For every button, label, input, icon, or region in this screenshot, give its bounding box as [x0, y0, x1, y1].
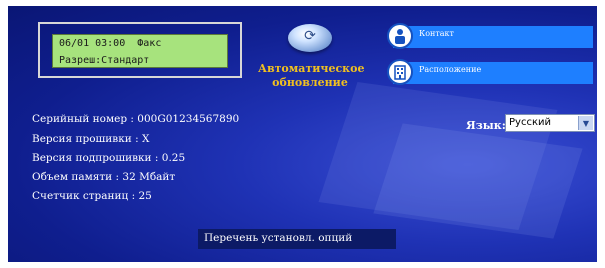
contact-link[interactable]: Контакт: [387, 23, 593, 49]
auto-update-label-line-2: обновление: [272, 76, 348, 89]
location-building-icon: [387, 59, 413, 85]
contact-link-label: Контакт: [419, 29, 454, 38]
lcd-display-frame: 06/01 03:00 Факс Разреш:Стандарт: [38, 22, 242, 78]
auto-update-label-line-1: Автоматическое: [258, 62, 365, 75]
background-decoration: [373, 123, 583, 239]
language-select[interactable]: Русский ▼: [505, 114, 595, 132]
chevron-down-icon[interactable]: ▼: [578, 116, 593, 130]
lcd-line-1: 06/01 03:00 Факс: [59, 38, 162, 49]
globe-refresh-icon[interactable]: ⟳: [288, 24, 332, 52]
page-counter-text: Счетчик страниц : 25: [32, 190, 152, 202]
installed-options-link[interactable]: Перечень установл. опций: [198, 229, 396, 249]
language-selected-value: Русский: [509, 117, 551, 128]
lcd-display: 06/01 03:00 Факс Разреш:Стандарт: [52, 34, 228, 68]
memory-size-text: Объем памяти : 32 Мбайт: [32, 171, 176, 183]
serial-number-text: Серийный номер : 000G01234567890: [32, 113, 240, 125]
sub-firmware-version-text: Версия подпрошивки : 0.25: [32, 152, 186, 164]
location-link-label: Расположение: [419, 65, 482, 74]
installed-options-label: Перечень установл. опций: [204, 232, 353, 244]
language-label: Язык:: [466, 119, 506, 132]
status-page-panel: 06/01 03:00 Факс Разреш:Стандарт ⟳ Автом…: [8, 6, 597, 262]
location-link[interactable]: Расположение: [387, 59, 593, 85]
auto-update-link[interactable]: Автоматическое обновление: [258, 62, 365, 90]
firmware-version-text: Версия прошивки : X: [32, 133, 150, 145]
contact-person-icon: [387, 23, 413, 49]
lcd-line-2: Разреш:Стандарт: [59, 55, 150, 66]
